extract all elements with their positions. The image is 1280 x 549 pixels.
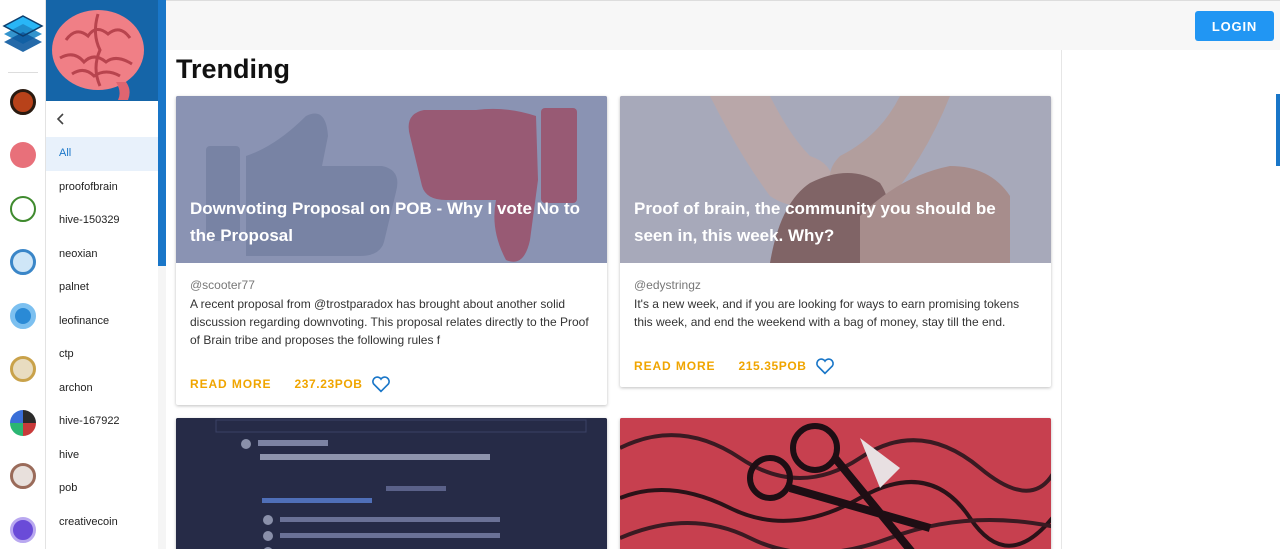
sidebar-item-leofinance[interactable]: leofinance [46, 305, 158, 339]
community-sidebar: All proofofbrain hive-150329 neoxian pal… [46, 0, 158, 549]
sidebar-item-archon[interactable]: archon [46, 372, 158, 406]
sidebar-item-all[interactable]: All [46, 137, 158, 171]
cannabis-community-icon[interactable] [10, 196, 36, 222]
chevron-left-icon [56, 113, 64, 125]
creativecoin-community-icon[interactable] [10, 517, 36, 543]
post-payout: 237.23POB [294, 377, 363, 391]
brain-banner-icon [52, 10, 144, 100]
heart-icon[interactable] [815, 357, 835, 375]
post-actions: READ MORE 237.23POB [190, 375, 391, 393]
brain-community-icon[interactable] [10, 142, 36, 168]
sidebar-item-hive-167922[interactable]: hive-167922 [46, 405, 158, 439]
post-title[interactable]: Downvoting Proposal on POB - Why I vote … [190, 195, 595, 249]
read-more-button[interactable]: READ MORE [634, 359, 715, 373]
sidebar-item-neoxian[interactable]: neoxian [46, 238, 158, 272]
hive-dragon-community-icon[interactable] [10, 463, 36, 489]
post-card[interactable]: Proof of brain, the community you should… [620, 96, 1051, 387]
sidebar-item-creativecoin[interactable]: creativecoin [46, 506, 158, 540]
sidebar-item-hive-150329[interactable]: hive-150329 [46, 204, 158, 238]
trending-feed: Trending Downvoting Proposal on POB - Wh… [166, 50, 1062, 549]
read-more-button[interactable]: READ MORE [190, 377, 271, 391]
robot-community-icon[interactable] [10, 249, 36, 275]
post-thumbnail[interactable]: Downvoting Proposal on POB - Why I vote … [176, 96, 607, 263]
post-thumbnail[interactable]: Proof of brain, the community you should… [620, 96, 1051, 263]
sidebar-item-proofofbrain[interactable]: proofofbrain [46, 171, 158, 205]
comment-screenshot-image [176, 418, 607, 549]
post-author[interactable]: @edystringz [620, 263, 1051, 292]
page-scrollbar[interactable] [1276, 94, 1280, 166]
archon-community-icon[interactable] [10, 410, 36, 436]
sidebar-scroll-indicator[interactable] [158, 0, 166, 266]
ctp-community-icon[interactable] [10, 356, 36, 382]
post-payout: 215.35POB [738, 359, 807, 373]
post-author[interactable]: @scooter77 [176, 263, 607, 292]
post-title[interactable]: Proof of brain, the community you should… [634, 195, 1039, 249]
login-button[interactable]: LOGIN [1195, 11, 1274, 41]
leo-community-icon[interactable] [10, 303, 36, 329]
sidebar-item-ctp[interactable]: ctp [46, 338, 158, 372]
right-pane [1062, 50, 1280, 549]
sidebar-item-palnet[interactable]: palnet [46, 271, 158, 305]
community-banner [46, 0, 158, 101]
community-list: All proofofbrain hive-150329 neoxian pal… [46, 137, 158, 539]
back-button[interactable] [46, 101, 158, 137]
post-excerpt: A recent proposal from @trostparadox has… [190, 297, 589, 347]
heart-icon[interactable] [371, 375, 391, 393]
post-thumbnail[interactable] [176, 418, 607, 549]
top-header: LOGIN [166, 0, 1280, 50]
post-excerpt: It's a new week, and if you are looking … [634, 297, 1020, 329]
post-card[interactable] [176, 418, 607, 549]
community-rail [0, 0, 46, 549]
post-actions: READ MORE 215.35POB [634, 357, 835, 375]
post-thumbnail[interactable] [620, 418, 1051, 549]
post-card[interactable]: Downvoting Proposal on POB - Why I vote … [176, 96, 607, 405]
sidebar-item-pob[interactable]: pob [46, 472, 158, 506]
lion-community-icon[interactable] [10, 89, 36, 115]
post-card[interactable] [620, 418, 1051, 549]
sidebar-item-hive[interactable]: hive [46, 439, 158, 473]
rail-divider [8, 72, 38, 73]
abstract-art-image [620, 418, 1051, 549]
page-title: Trending [176, 54, 290, 84]
app-logo-icon[interactable] [2, 14, 44, 56]
